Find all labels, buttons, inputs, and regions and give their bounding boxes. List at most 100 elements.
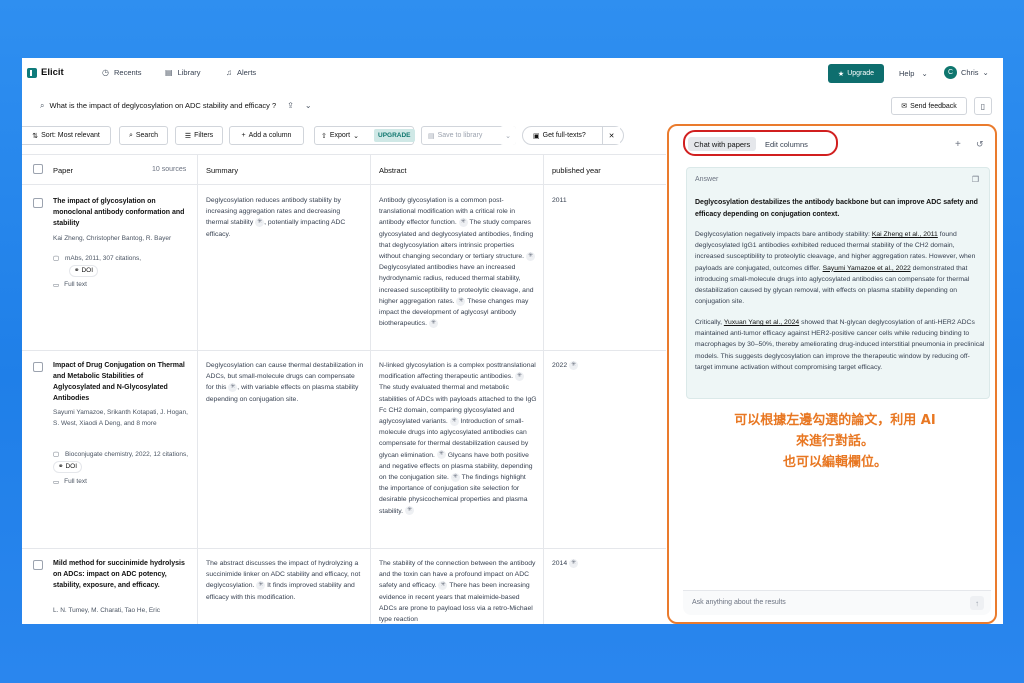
quote-icon[interactable]: ✳ [404,506,414,516]
toolbar: ⇅ Sort: Most relevant ⌕ Search ☰ Filters… [22,126,662,146]
search-icon: ⌕ [40,100,45,110]
top-nav: Elicit ◷ Recents ▤ Library ♫ Alerts ★ Up… [22,58,1003,90]
fulltext-label: Full text [64,281,87,288]
nav-alerts-label: Alerts [237,68,257,77]
paper-title[interactable]: The impact of glycosylation on monoclona… [53,196,188,229]
logo-text: Elicit [41,67,64,78]
year-cell: 2011 [552,197,567,204]
sort-icon: ⇅ [32,132,39,140]
panel-toggle-button[interactable]: ▯ [974,97,992,115]
row-checkbox[interactable] [33,560,43,570]
journal-icon: ▢ [53,451,60,458]
send-feedback-label: Send feedback [910,102,957,110]
paper-meta: ▢ Bioconjugate chemistry, 2022, 12 citat… [53,450,193,473]
bell-icon: ♫ [226,67,232,77]
chevron-down-icon[interactable]: ⌄ [305,101,312,110]
search-icon: ⌕ [128,131,133,139]
header-sources-count: 10 sources [152,166,187,173]
dismiss-fulltexts-button[interactable]: ✕ [602,127,620,144]
abstract-cell: The stability of the connection between … [379,558,537,624]
export-label: Export [329,132,351,139]
filters-button[interactable]: ☰ Filters [175,126,223,145]
export-icon: ⇧ [321,132,327,140]
header-paper[interactable]: Paper [53,166,73,175]
quote-icon[interactable]: ✳ [256,581,266,591]
nav-recents[interactable]: ◷ Recents [102,68,142,77]
row-checkbox[interactable] [33,198,43,208]
fulltext-link[interactable]: ▭ Full text [53,478,87,486]
header-published-year[interactable]: published year [552,166,601,175]
user-menu[interactable]: C Chris ⌄ [944,66,989,79]
quote-icon[interactable]: ✳ [514,371,524,381]
nav-alerts[interactable]: ♫ Alerts [226,68,256,77]
paper-title[interactable]: Mild method for succinimide hydrolysis o… [53,558,188,591]
upgrade-button[interactable]: ★ Upgrade [828,64,884,83]
nav-library[interactable]: ▤ Library [165,68,201,77]
logo[interactable]: Elicit [27,67,64,78]
quote-icon[interactable]: ✳ [458,218,468,228]
table-row[interactable]: The impact of glycosylation on monoclona… [22,186,666,351]
summary-cell: The abstract discusses the impact of hyd… [206,558,364,603]
quote-icon[interactable]: ✳ [569,360,579,370]
help-label: Help [899,69,915,78]
abstract-cell: N-linked glycosylation is a complex post… [379,360,537,517]
summary-cell: Deglycosylation reduces antibody stabili… [206,195,364,240]
quote-icon[interactable]: ✳ [456,296,466,306]
upgrade-badge[interactable]: UPGRADE [374,129,415,142]
paper-journal: mAbs, 2011, 307 citations, [64,255,142,262]
header-abstract[interactable]: Abstract [379,166,407,175]
upgrade-label: Upgrade [847,70,875,77]
table-row[interactable]: Impact of Drug Conjugation on Thermal an… [22,352,666,549]
quote-icon[interactable]: ✳ [428,318,438,328]
search-label: Search [135,132,159,139]
avatar: C [944,66,957,79]
quote-icon[interactable]: ✳ [228,383,238,393]
filters-label: Filters [194,132,214,139]
add-column-button[interactable]: + Add a column [229,126,304,145]
clock-icon: ◷ [102,67,109,77]
paper-title[interactable]: Impact of Drug Conjugation on Thermal an… [53,360,188,404]
quote-icon[interactable]: ✳ [449,416,459,426]
save-options-chevron[interactable]: ⌄ [500,126,516,145]
feedback-icon: ✉ [901,103,908,110]
select-all-checkbox[interactable] [33,164,43,174]
quote-icon[interactable]: ✳ [569,558,579,568]
library-icon: ▤ [428,132,435,140]
doi-link[interactable]: ⚭ DOI [53,460,83,473]
paper-meta: ▢ mAbs, 2011, 307 citations, ⚭ DOI [53,254,193,277]
document-icon: ▣ [533,132,540,140]
send-feedback-button[interactable]: ✉ Send feedback [891,97,967,115]
fulltext-link[interactable]: ▭ Full text [53,281,87,289]
save-library-label: Save to library [437,132,483,139]
header-summary[interactable]: Summary [206,166,238,175]
abstract-cell: Antibody glycosylation is a common post-… [379,195,537,329]
sidebar-icon: ▯ [980,101,986,111]
quote-icon[interactable]: ✳ [438,581,448,591]
doi-link[interactable]: ⚭ DOI [69,264,99,277]
close-icon: ✕ [608,132,615,140]
elicit-logo-icon [27,67,37,78]
row-checkbox[interactable] [33,362,43,372]
link-icon: ⚭ [74,266,80,274]
quote-icon[interactable]: ✳ [255,218,265,228]
table-header: Paper 10 sources Summary Abstract publis… [22,155,666,185]
abstract-text: N-linked glycosylation is a complex post… [379,362,536,381]
quote-icon[interactable]: ✳ [525,251,535,261]
share-icon[interactable]: ⇪ [287,101,294,110]
sort-label: Sort: Most relevant [41,132,100,139]
search-button[interactable]: ⌕ Search [119,126,168,145]
user-name: Chris [961,68,979,77]
document-icon: ▭ [53,282,60,289]
quote-icon[interactable]: ✳ [450,472,460,482]
paper-journal: Bioconjugate chemistry, 2022, 12 citatio… [64,451,189,458]
table-row[interactable]: Mild method for succinimide hydrolysis o… [22,550,666,624]
sort-button[interactable]: ⇅ Sort: Most relevant [22,126,111,145]
help-menu[interactable]: Help ⌄ [899,69,928,78]
year-value: 2014 [552,560,568,567]
query-text: What is the impact of deglycosylation on… [49,101,277,110]
star-icon: ★ [837,70,845,78]
quote-icon[interactable]: ✳ [436,450,446,460]
filter-icon: ☰ [184,132,192,140]
query-bar[interactable]: ⌕ What is the impact of deglycosylation … [40,101,312,110]
results-table: Paper 10 sources Summary Abstract publis… [22,154,666,624]
